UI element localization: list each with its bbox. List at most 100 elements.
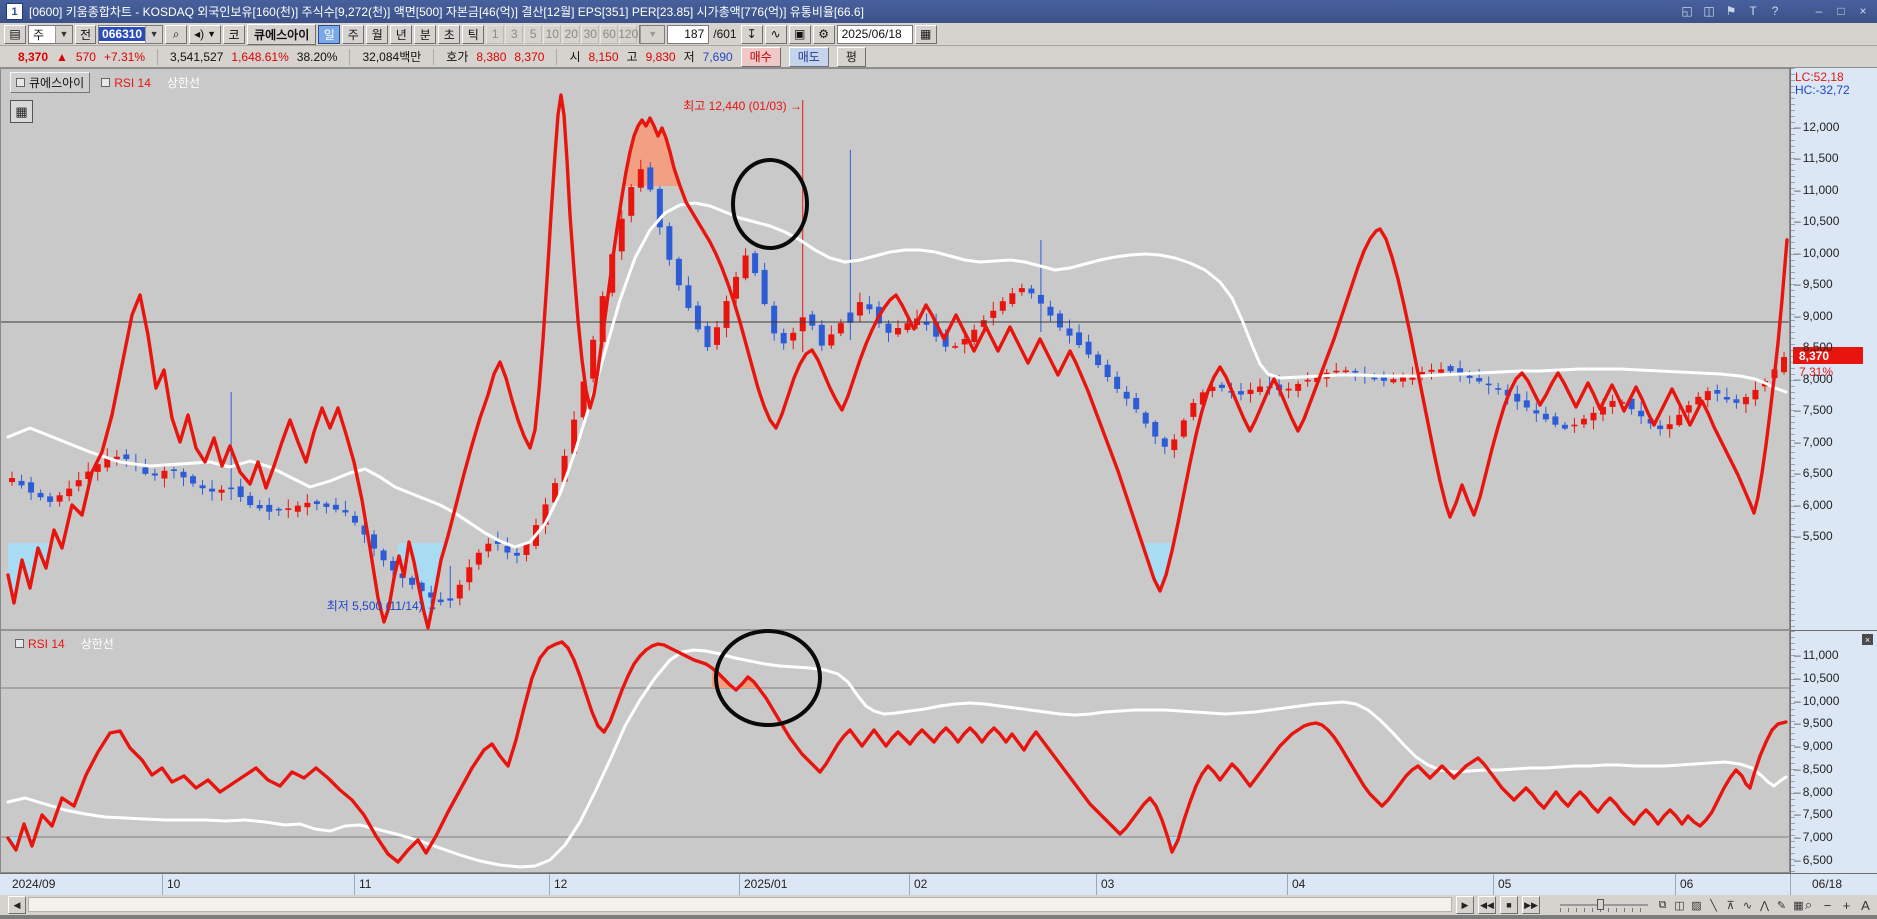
week-combo[interactable]: 주 ▼ <box>28 25 73 44</box>
chevron-down-icon: ▼ <box>640 26 664 43</box>
axis-tick-10,500: 10,500 <box>1794 671 1839 685</box>
text-tool-icon[interactable]: A <box>1857 896 1874 914</box>
stock-code-value: 066310 <box>99 27 145 41</box>
stock-code-input[interactable]: 066310 ▼ <box>98 25 163 44</box>
speed-slider[interactable] <box>1560 904 1648 906</box>
axis-tick-11,000: 11,000 <box>1794 648 1839 662</box>
rewind-icon[interactable]: ◀◀ <box>1478 896 1496 914</box>
bar-count-input[interactable]: 187 <box>667 25 709 44</box>
period-button-주[interactable]: 주 <box>342 25 364 44</box>
date-separator <box>1790 874 1791 896</box>
legend-rsi-chip[interactable]: RSI 14 <box>10 636 70 652</box>
stop-icon[interactable]: ■ <box>1500 896 1518 914</box>
grid-tool-icon[interactable]: ▦ <box>10 100 33 123</box>
axis-tick-7,000: 7,000 <box>1794 830 1833 844</box>
popout-icon[interactable]: ◫ <box>1701 3 1717 19</box>
minute-button-group: 13510203060120 <box>486 25 637 44</box>
date-axis[interactable]: 2024/091011122025/01020304050606/18 <box>0 873 1877 895</box>
window-number-icon: 1 <box>6 3 23 20</box>
peak-tool-icon[interactable]: ⋀ <box>1756 896 1773 914</box>
fast-forward-icon[interactable]: ▶▶ <box>1522 896 1540 914</box>
zoom-icon[interactable]: ⌕ <box>1800 896 1817 914</box>
chevron-down-icon[interactable]: ▼ <box>55 26 72 43</box>
scrollbar-track[interactable] <box>28 897 1452 912</box>
prev-button[interactable]: 전 <box>75 25 96 44</box>
sound-icon[interactable]: ◂)▼ <box>189 25 221 44</box>
date-label-02: 02 <box>914 877 927 891</box>
calendar-icon[interactable]: ▦ <box>915 25 937 44</box>
minute-button-5: 5 <box>524 25 542 44</box>
legend-rsi-chip[interactable]: RSI 14 <box>96 75 156 91</box>
axis-tick-11,000: 11,000 <box>1794 183 1839 197</box>
sell-button[interactable]: 매도 <box>789 47 829 67</box>
main-price-axis[interactable]: LC:52,18 HC:-32,72 8,370 7,31% 12,00011,… <box>1790 68 1877 630</box>
period-button-초[interactable]: 초 <box>438 25 460 44</box>
close-icon[interactable]: × <box>1855 3 1871 19</box>
candle-step-icon[interactable]: ↧ <box>741 25 763 44</box>
date-label-06: 06 <box>1680 877 1693 891</box>
split-chart-icon[interactable]: ◫ <box>1671 896 1688 914</box>
lower-chart-legend: RSI 14 상한선 <box>10 634 119 653</box>
zoom-in-icon[interactable]: + <box>1838 896 1855 914</box>
avg-button[interactable]: 평 <box>837 47 866 67</box>
fibonacci-icon[interactable]: ⊼ <box>1722 896 1739 914</box>
axis-tick-10,000: 10,000 <box>1794 246 1839 260</box>
legend-series-chip[interactable]: 큐에스아이 <box>10 72 90 93</box>
low-label: 저 <box>684 48 695 65</box>
period-button-월[interactable]: 월 <box>366 25 388 44</box>
axis-tick-5,500: 5,500 <box>1794 529 1833 543</box>
title-toggle-icon[interactable]: T <box>1745 3 1761 19</box>
current-price: 8,370 <box>18 50 48 64</box>
help-icon[interactable]: ? <box>1767 3 1783 19</box>
date-separator <box>549 874 550 896</box>
legend-band-label: 상한선 <box>76 634 119 653</box>
period-button-년[interactable]: 년 <box>390 25 412 44</box>
checkbox-icon[interactable] <box>101 78 110 87</box>
checkbox-icon[interactable] <box>16 78 25 87</box>
draw-icon[interactable]: ✎ <box>1773 896 1790 914</box>
float-pct: 38.20% <box>297 50 338 64</box>
axis-tick-6,500: 6,500 <box>1794 853 1833 867</box>
price-chart-canvas[interactable]: 최고 12,440 (01/03) →최저 5,500 (11/14) → <box>0 68 1790 873</box>
period-button-틱[interactable]: 틱 <box>462 25 484 44</box>
axis-tick-12,000: 12,000 <box>1794 120 1839 134</box>
date-label-11: 11 <box>359 877 371 891</box>
pattern-icon[interactable]: ▨ <box>1688 896 1705 914</box>
date-input[interactable]: 2025/06/18 <box>837 25 913 44</box>
zoom-out-icon[interactable]: − <box>1819 896 1836 914</box>
zigzag-icon[interactable]: ∿ <box>765 25 787 44</box>
new-chart-icon[interactable]: ⧉ <box>1654 896 1671 914</box>
window-frame-bottom <box>0 915 1877 919</box>
maximize-icon[interactable]: □ <box>1833 3 1849 19</box>
pin-icon[interactable]: ⚑ <box>1723 3 1739 19</box>
save-icon[interactable]: ▣ <box>789 25 811 44</box>
chart-menu-icon[interactable]: ▤ <box>4 25 26 44</box>
close-icon[interactable]: × <box>1862 634 1873 645</box>
play-icon[interactable]: ▶ <box>1456 896 1474 914</box>
title-bar[interactable]: 1 [0600] 키움종합차트 - KOSDAQ 외국인보유[160(천)] 주… <box>0 0 1877 23</box>
window-title: [0600] 키움종합차트 - KOSDAQ 외국인보유[160(천)] 주식수… <box>29 3 864 20</box>
bottom-toolbar: ◀▶◀◀■▶▶⧉◫▨╲⊼∿⋀✎▦⌕−+A <box>0 895 1877 915</box>
checkbox-icon[interactable] <box>15 639 24 648</box>
search-icon[interactable]: ⌕ <box>165 25 187 44</box>
kosdaq-button[interactable]: 코 <box>223 25 245 44</box>
chevron-down-icon[interactable]: ▼ <box>207 29 216 39</box>
wave-icon[interactable]: ∿ <box>1739 896 1756 914</box>
scrollbar-left-icon[interactable]: ◀ <box>8 896 26 914</box>
axis-tick-8,500: 8,500 <box>1794 762 1833 776</box>
lower-price-axis[interactable]: × 11,00010,50010,0009,5009,0008,5008,000… <box>1790 630 1877 873</box>
minimize-icon[interactable]: – <box>1811 3 1827 19</box>
gear-icon[interactable]: ⚙ <box>813 25 835 44</box>
restore-icon[interactable]: ◱ <box>1679 3 1695 19</box>
date-separator <box>1493 874 1494 896</box>
up-arrow-icon: ▲ <box>56 50 68 64</box>
period-button-분[interactable]: 분 <box>414 25 436 44</box>
period-button-일[interactable]: 일 <box>318 25 340 44</box>
slider-ticks <box>1560 908 1648 912</box>
minute-button-60: 60 <box>600 25 618 44</box>
axis-tick-11,500: 11,500 <box>1794 151 1839 165</box>
trendline-icon[interactable]: ╲ <box>1705 896 1722 914</box>
chevron-down-icon[interactable]: ▼ <box>145 26 162 43</box>
buy-button[interactable]: 매수 <box>741 47 781 67</box>
slider-handle-icon[interactable] <box>1597 899 1604 910</box>
